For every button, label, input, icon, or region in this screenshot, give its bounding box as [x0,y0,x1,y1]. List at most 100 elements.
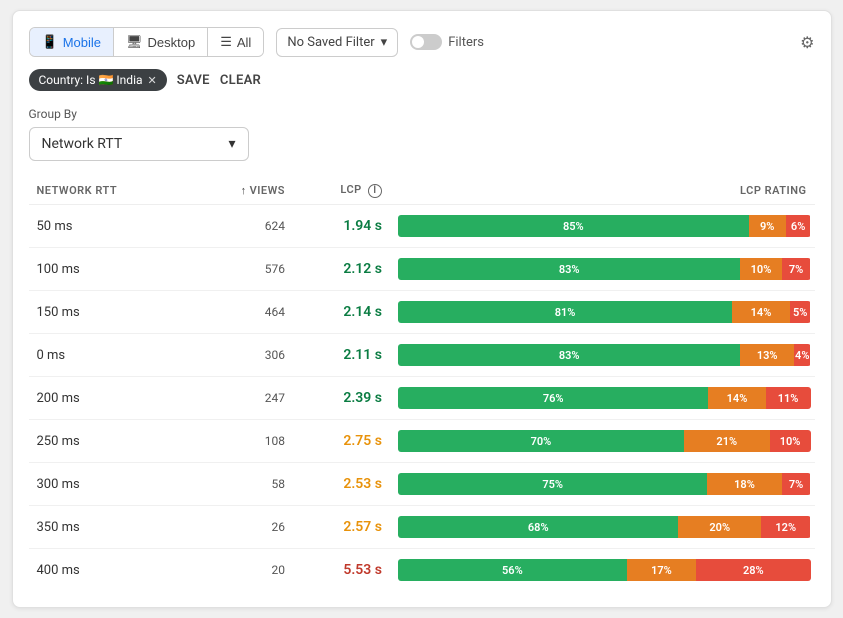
settings-button[interactable]: ⚙ [800,33,814,52]
tab-desktop-label: Desktop [148,35,196,50]
rating-bar: 75%18%7% [398,473,811,495]
rating-bar: 83%10%7% [398,258,811,280]
gear-icon: ⚙ [800,33,814,52]
cell-rating: 76%14%11% [390,377,815,420]
cell-rating: 83%10%7% [390,248,815,291]
cell-rating: 83%13%4% [390,334,815,377]
table-row: 300 ms582.53 s 75%18%7% [29,463,815,506]
table-row: 200 ms2472.39 s76%14%11% [29,377,815,420]
cell-views: 576 [191,248,293,291]
bar-red-segment: 4% [794,344,811,366]
cell-lcp: 2.53 s [293,463,390,506]
tab-mobile[interactable]: 📱 Mobile [30,28,114,56]
filters-label: Filters [448,35,484,50]
bar-orange-segment: 14% [708,387,765,409]
rating-bar: 76%14%11% [398,387,811,409]
cell-rtt: 150 ms [29,291,192,334]
cell-lcp: 2.12 s [293,248,390,291]
tab-all-label: All [237,35,251,50]
tab-desktop[interactable]: 🖥 Desktop [114,28,208,56]
bar-green-segment: 83% [398,258,740,280]
cell-rtt: 100 ms [29,248,192,291]
cell-lcp: 1.94 s [293,205,390,248]
table-row: 150 ms4642.14 s81%14%5% [29,291,815,334]
country-filter-label: Country: Is 🇮🇳 India [39,73,143,87]
rating-bar: 85%9%6% [398,215,811,237]
cell-views: 247 [191,377,293,420]
rating-bar: 70%21%10% [398,430,811,452]
cell-rtt: 350 ms [29,506,192,549]
table-row: 50 ms6241.94 s 85%9%6% [29,205,815,248]
cell-rating: 85%9%6% [390,205,815,248]
group-by-value: Network RTT [42,136,123,152]
bar-orange-segment: 9% [749,215,786,237]
cell-lcp: 2.57 s [293,506,390,549]
clear-filter-button[interactable]: CLEAR [220,73,261,88]
cell-rtt: 0 ms [29,334,192,377]
filters-toggle-row: Filters [410,34,484,50]
cell-rating: 75%18%7% [390,463,815,506]
cell-views: 26 [191,506,293,549]
cell-views: 306 [191,334,293,377]
bar-red-segment: 28% [696,559,810,581]
bar-orange-segment: 14% [732,301,790,323]
all-icon: ☰ [220,34,232,50]
cell-lcp: 5.53 s [293,549,390,592]
table-row: 350 ms262.57 s 68%20%12% [29,506,815,549]
bar-green-segment: 85% [398,215,749,237]
filters-toggle[interactable] [410,34,442,50]
tab-all[interactable]: ☰ All [208,28,263,56]
table-row: 400 ms205.53 s 56%17%28% [29,549,815,592]
dropdown-arrow-icon: ▾ [381,35,388,50]
cell-views: 58 [191,463,293,506]
rating-bar: 56%17%28% [398,559,811,581]
country-filter-close[interactable]: ✕ [148,74,157,87]
bar-orange-segment: 17% [627,559,696,581]
bar-orange-segment: 18% [707,473,781,495]
bar-red-segment: 11% [766,387,811,409]
bar-red-segment: 7% [782,258,811,280]
cell-rtt: 300 ms [29,463,192,506]
filter-row: Country: Is 🇮🇳 India ✕ SAVE CLEAR [29,69,815,91]
cell-rating: 70%21%10% [390,420,815,463]
saved-filter-label: No Saved Filter [287,35,374,50]
cell-views: 624 [191,205,293,248]
lcp-info-icon[interactable]: i [368,184,382,198]
table-row: 0 ms3062.11 s83%13%4% [29,334,815,377]
cell-lcp: 2.39 s [293,377,390,420]
cell-lcp: 2.75 s [293,420,390,463]
bar-red-segment: 10% [770,430,811,452]
cell-views: 108 [191,420,293,463]
table-header-row: NETWORK RTT ↑VIEWS LCP i LCP RATING [29,177,815,205]
bar-red-segment: 7% [782,473,811,495]
bar-green-segment: 56% [398,559,627,581]
rating-bar: 81%14%5% [398,301,811,323]
group-by-section: Group By Network RTT ▾ [29,107,815,161]
col-views: ↑VIEWS [191,177,293,205]
bar-red-segment: 6% [786,215,811,237]
cell-rtt: 400 ms [29,549,192,592]
bar-green-segment: 68% [398,516,679,538]
mobile-icon: 📱 [42,34,58,50]
cell-rtt: 250 ms [29,420,192,463]
bar-red-segment: 5% [790,301,811,323]
table-row: 250 ms1082.75 s 70%21%10% [29,420,815,463]
bar-green-segment: 75% [398,473,707,495]
rating-bar: 83%13%4% [398,344,811,366]
saved-filter-dropdown[interactable]: No Saved Filter ▾ [276,28,398,57]
col-network-rtt: NETWORK RTT [29,177,192,205]
bar-green-segment: 70% [398,430,684,452]
cell-rating: 68%20%12% [390,506,815,549]
group-by-label: Group By [29,107,815,121]
rating-bar: 68%20%12% [398,516,811,538]
cell-rtt: 50 ms [29,205,192,248]
save-filter-button[interactable]: SAVE [177,73,210,88]
bar-orange-segment: 10% [740,258,781,280]
cell-rating: 56%17%28% [390,549,815,592]
tab-mobile-label: Mobile [63,35,101,50]
group-by-select[interactable]: Network RTT ▾ [29,127,249,161]
bar-orange-segment: 20% [678,516,761,538]
group-by-dropdown-icon: ▾ [228,136,235,152]
country-filter-tag: Country: Is 🇮🇳 India ✕ [29,69,167,91]
cell-views: 20 [191,549,293,592]
